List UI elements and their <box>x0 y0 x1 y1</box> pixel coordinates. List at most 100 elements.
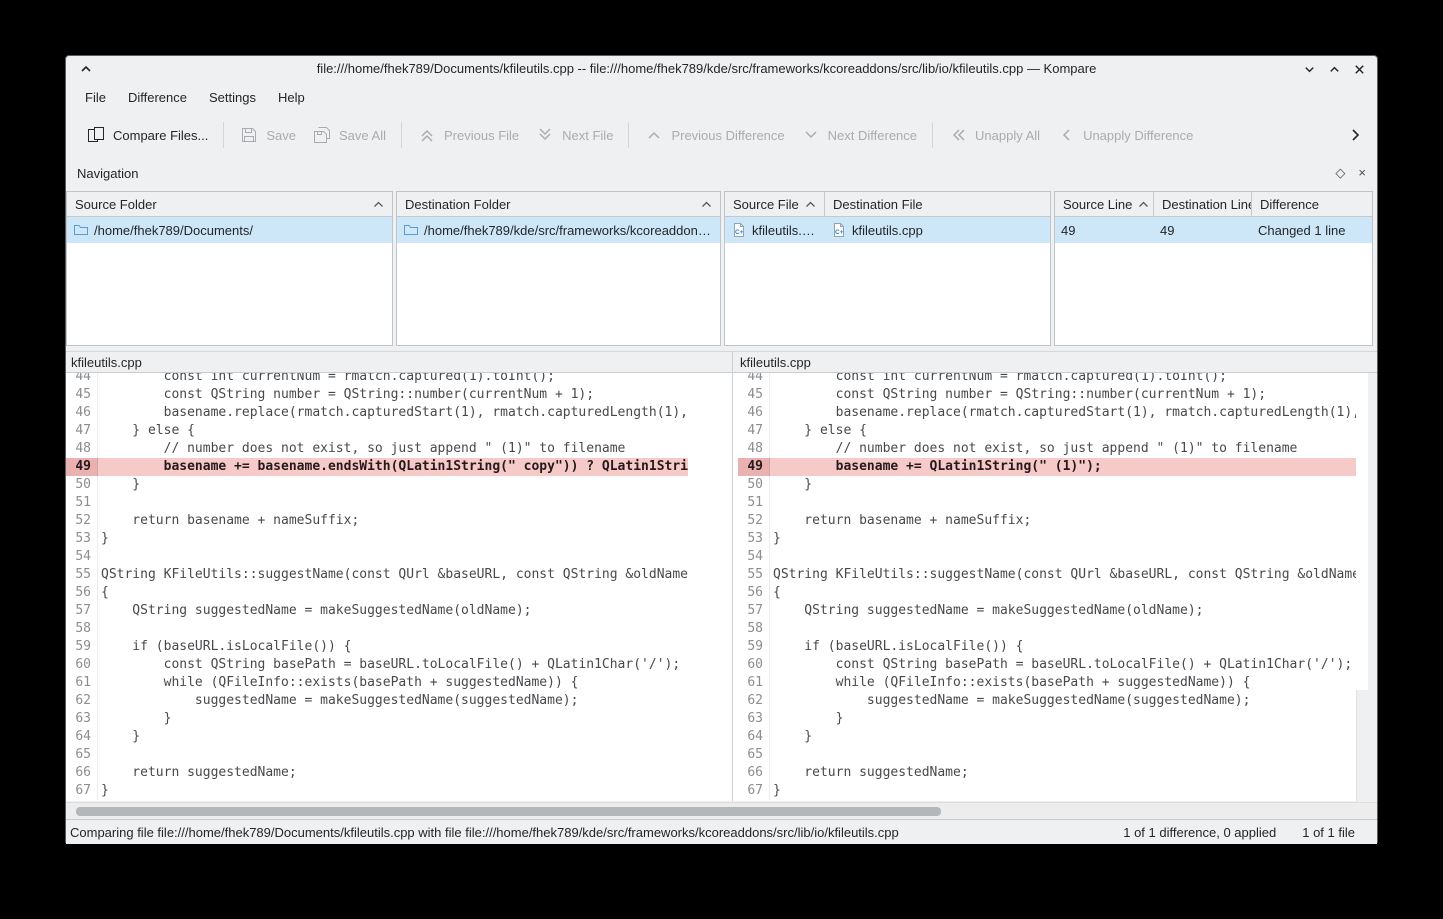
previous-file-button[interactable]: Previous File <box>409 120 527 150</box>
destination-file-header-label: Destination File <box>833 197 923 212</box>
code-line: 49 basename += basename.endsWith(QLatin1… <box>66 458 688 476</box>
previous-difference-button[interactable]: Previous Difference <box>636 120 792 150</box>
menu-file[interactable]: File <box>74 86 117 109</box>
folder-icon <box>73 222 89 238</box>
next-file-button[interactable]: Next File <box>527 120 621 150</box>
line-number: 55 <box>66 566 98 584</box>
destination-folder-row[interactable]: /home/fhek789/kde/src/frameworks/kcoread… <box>397 217 720 243</box>
source-folder-row[interactable]: /home/fhek789/Documents/ <box>67 217 392 243</box>
line-number: 61 <box>66 674 98 692</box>
menubar: File Difference Settings Help <box>66 82 1377 112</box>
save-all-button[interactable]: Save All <box>304 120 394 150</box>
diff-pane-destination[interactable]: 44 const int currentNum = rmatch.capture… <box>738 373 1356 801</box>
line-number: 61 <box>738 674 770 692</box>
source-folder-header-label: Source Folder <box>75 197 157 212</box>
files-panel-header[interactable]: Source File Destination File <box>725 192 1050 217</box>
line-number: 52 <box>66 512 98 530</box>
files-panel: Source File Destination File C+ kfileuti… <box>724 191 1051 346</box>
line-number: 57 <box>66 602 98 620</box>
close-dock-icon[interactable]: × <box>1358 165 1366 181</box>
line-text: suggestedName = makeSuggestedName(sugges… <box>98 692 688 710</box>
unapply-difference-icon <box>1056 125 1076 145</box>
code-line: 50 } <box>66 476 688 494</box>
float-dock-icon[interactable]: ◇ <box>1335 165 1345 181</box>
unapply-all-button[interactable]: Unapply All <box>940 120 1048 150</box>
code-line: 45 const QString number = QString::numbe… <box>738 386 1356 404</box>
line-number: 47 <box>738 422 770 440</box>
status-files: 1 of 1 file <box>1302 825 1355 840</box>
line-number: 51 <box>738 494 770 512</box>
save-all-icon <box>312 125 332 145</box>
code-line: 58 <box>738 620 1356 638</box>
line-number: 56 <box>738 584 770 602</box>
previous-file-icon <box>417 125 437 145</box>
lines-row[interactable]: 49 49 Changed 1 line <box>1055 217 1372 243</box>
code-line: 59 if (baseURL.isLocalFile()) { <box>738 638 1356 656</box>
line-number: 60 <box>738 656 770 674</box>
toolbar-separator <box>223 122 224 148</box>
line-text: } <box>770 530 1356 548</box>
vertical-scrollbar[interactable] <box>1356 690 1368 801</box>
compare-files-button[interactable]: Compare Files... <box>78 120 216 150</box>
difference-header-label: Difference <box>1260 197 1319 212</box>
line-text: return basename + nameSuffix; <box>770 512 1356 530</box>
line-text: const QString number = QString::number(c… <box>98 386 688 404</box>
line-text: QString KFileUtils::suggestName(const QU… <box>98 566 688 584</box>
code-line: 64 } <box>738 728 1356 746</box>
line-number: 55 <box>738 566 770 584</box>
diff-pane-source[interactable]: 44 const int currentNum = rmatch.capture… <box>66 373 688 801</box>
code-line: 52 return basename + nameSuffix; <box>66 512 688 530</box>
close-button[interactable] <box>1351 61 1367 77</box>
source-folder-header[interactable]: Source Folder <box>67 192 392 217</box>
svg-text:C+: C+ <box>835 229 844 236</box>
horizontal-scrollbar[interactable] <box>66 802 1377 819</box>
line-text: } <box>98 782 688 800</box>
line-text: QString suggestedName = makeSuggestedNam… <box>770 602 1356 620</box>
svg-text:C+: C+ <box>735 229 744 236</box>
destination-folder-header[interactable]: Destination Folder <box>397 192 720 217</box>
menu-difference[interactable]: Difference <box>117 86 198 109</box>
line-number: 66 <box>738 764 770 782</box>
kompare-window: file:///home/fhek789/Documents/kfileutil… <box>65 55 1378 843</box>
unapply-all-label: Unapply All <box>975 128 1040 143</box>
code-line: 54 <box>738 548 1356 566</box>
next-file-icon <box>535 125 555 145</box>
save-button[interactable]: Save <box>231 120 304 150</box>
save-all-label: Save All <box>339 128 386 143</box>
pane-splitter[interactable] <box>732 351 733 801</box>
line-number: 48 <box>66 440 98 458</box>
code-line: 44 const int currentNum = rmatch.capture… <box>66 373 688 386</box>
unapply-difference-button[interactable]: Unapply Difference <box>1048 120 1201 150</box>
navigation-dock-title: Navigation <box>77 166 138 181</box>
minimize-button[interactable] <box>1301 61 1317 77</box>
code-line: 57 QString suggestedName = makeSuggested… <box>738 602 1356 620</box>
code-line: 64 } <box>66 728 688 746</box>
keep-above-icon[interactable] <box>78 61 94 77</box>
menu-help[interactable]: Help <box>267 86 316 109</box>
toolbar-overflow-button[interactable] <box>1345 125 1365 145</box>
window-title: file:///home/fhek789/Documents/kfileutil… <box>126 56 1287 82</box>
line-number: 54 <box>66 548 98 566</box>
line-text: } <box>98 710 688 728</box>
horizontal-scrollbar-thumb[interactable] <box>76 807 941 816</box>
next-difference-button[interactable]: Next Difference <box>793 120 925 150</box>
line-number: 66 <box>66 764 98 782</box>
line-text: QString KFileUtils::suggestName(const QU… <box>770 566 1356 584</box>
files-row[interactable]: C+ kfileutils.cpp C+ kfileutils.cpp <box>725 217 1050 243</box>
source-line-header-label: Source Line <box>1063 197 1132 212</box>
navigation-dock-header[interactable]: Navigation ◇ × <box>66 160 1377 186</box>
line-text: { <box>770 584 1356 602</box>
line-text: } else { <box>98 422 688 440</box>
line-text: basename += basename.endsWith(QLatin1Str… <box>98 458 688 476</box>
lines-panel-header[interactable]: Source Line Destination Line Difference <box>1055 192 1372 217</box>
sort-ascending-icon <box>701 201 712 208</box>
status-differences: 1 of 1 difference, 0 applied <box>1123 825 1276 840</box>
line-text: basename += QLatin1String(" (1)"); <box>770 458 1356 476</box>
maximize-button[interactable] <box>1326 61 1342 77</box>
code-line: 57 QString suggestedName = makeSuggested… <box>66 602 688 620</box>
menu-settings[interactable]: Settings <box>198 86 267 109</box>
code-line: 52 return basename + nameSuffix; <box>738 512 1356 530</box>
line-text <box>770 620 1356 638</box>
titlebar[interactable]: file:///home/fhek789/Documents/kfileutil… <box>66 56 1377 82</box>
status-counters: 1 of 1 difference, 0 applied 1 of 1 file <box>1123 825 1355 840</box>
